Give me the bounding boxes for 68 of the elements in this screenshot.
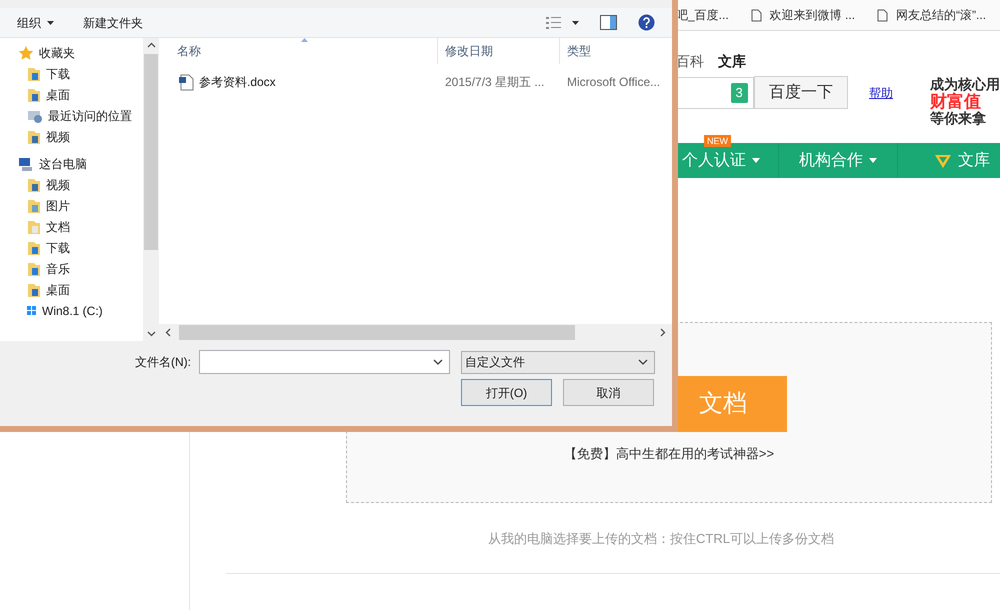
filename-label: 文件名(N): (135, 354, 192, 371)
scrollbar[interactable] (143, 38, 159, 341)
caret-icon[interactable] (572, 20, 579, 24)
nav-item[interactable]: 下载 (0, 63, 143, 84)
promo-text: 等你来拿 (930, 110, 987, 127)
folder-icon (27, 198, 41, 214)
caret-icon (869, 158, 877, 163)
computer-icon (18, 156, 34, 172)
file-type-select[interactable]: 自定义文件 (461, 350, 655, 374)
folder-icon (27, 176, 41, 192)
nav-item[interactable]: 视频 (0, 174, 143, 195)
folder-icon (27, 66, 41, 82)
help-icon[interactable] (638, 14, 655, 31)
windows-icon (27, 306, 37, 316)
column-header[interactable]: 类型 (560, 38, 672, 64)
search-button[interactable]: 百度一下 (754, 76, 848, 109)
nav-item[interactable]: 音乐 (0, 258, 143, 279)
nav-item[interactable]: 图片 (0, 195, 143, 216)
caret-icon (47, 20, 54, 24)
preview-pane-icon[interactable] (600, 15, 617, 30)
nav-item[interactable]: 视频 (0, 126, 143, 147)
page-icon (750, 8, 762, 22)
nav-item[interactable]: 最近访问的位置 (0, 105, 143, 126)
organize-button[interactable]: 组织 (17, 14, 54, 32)
document-icon (179, 74, 194, 90)
dialog-button[interactable]: 取消 (563, 379, 654, 406)
promo-text: 成为核心用 (930, 76, 1000, 92)
folder-icon (27, 218, 41, 234)
folder-icon (27, 282, 41, 298)
help-link[interactable]: 帮助 (869, 84, 893, 102)
file-date: 2015/7/3 星期五 ... (444, 74, 546, 91)
bookmark[interactable]: 欢迎来到微博 ... (750, 6, 856, 24)
file-type: Microsoft Office... (566, 74, 660, 91)
folder-icon (27, 260, 41, 276)
sort-arrow-icon (301, 38, 308, 42)
nav-item[interactable]: 这台电脑 (0, 153, 143, 174)
bookmark[interactable]: 网友总结的“滚”... (877, 6, 986, 24)
dialog-button[interactable]: 打开(O) (461, 379, 552, 406)
filename-field[interactable] (199, 350, 450, 374)
site-nav-link[interactable]: 百科 (676, 50, 704, 72)
column-header[interactable]: 修改日期 (438, 38, 560, 64)
folder-icon (27, 240, 41, 256)
nav-item[interactable]: 桌面 (0, 279, 143, 300)
site-nav-link[interactable]: 文库 (718, 50, 746, 72)
folder-icon (27, 86, 41, 102)
nav-item[interactable]: Win8.1 (C:) (0, 300, 143, 321)
new-badge: NEW (704, 135, 731, 147)
nav-item[interactable]: 下载 (0, 237, 143, 258)
caret-icon (433, 359, 443, 365)
v-icon (934, 152, 952, 168)
scrollbar[interactable] (159, 324, 672, 341)
caret-icon (638, 359, 648, 365)
promo-link[interactable]: 【免费】高中生都在用的考试神器>> (564, 444, 774, 464)
promo-text: 财富值 (930, 93, 982, 110)
folder-icon (27, 128, 41, 144)
nav-item[interactable]: 收藏夹 (0, 42, 143, 63)
nav-item[interactable]: 文档 (0, 216, 143, 237)
file-row[interactable]: 参考资料.docx 2015/7/3 星期五 ... Microsoft Office... (159, 68, 672, 96)
star-icon (18, 44, 34, 60)
upload-hint: 从我的电脑选择要上传的文档：按住CTRL可以上传多份文档 (488, 530, 835, 548)
nav-item[interactable]: 桌面 (0, 84, 143, 105)
count-badge: 3 (730, 83, 748, 103)
column-header[interactable]: 名称 (159, 38, 438, 64)
view-icon[interactable] (546, 16, 562, 30)
file-name: 参考资料.docx (199, 74, 276, 91)
page-icon (877, 8, 888, 22)
caret-icon (752, 158, 760, 163)
new-folder-button[interactable]: 新建文件夹 (83, 14, 143, 32)
